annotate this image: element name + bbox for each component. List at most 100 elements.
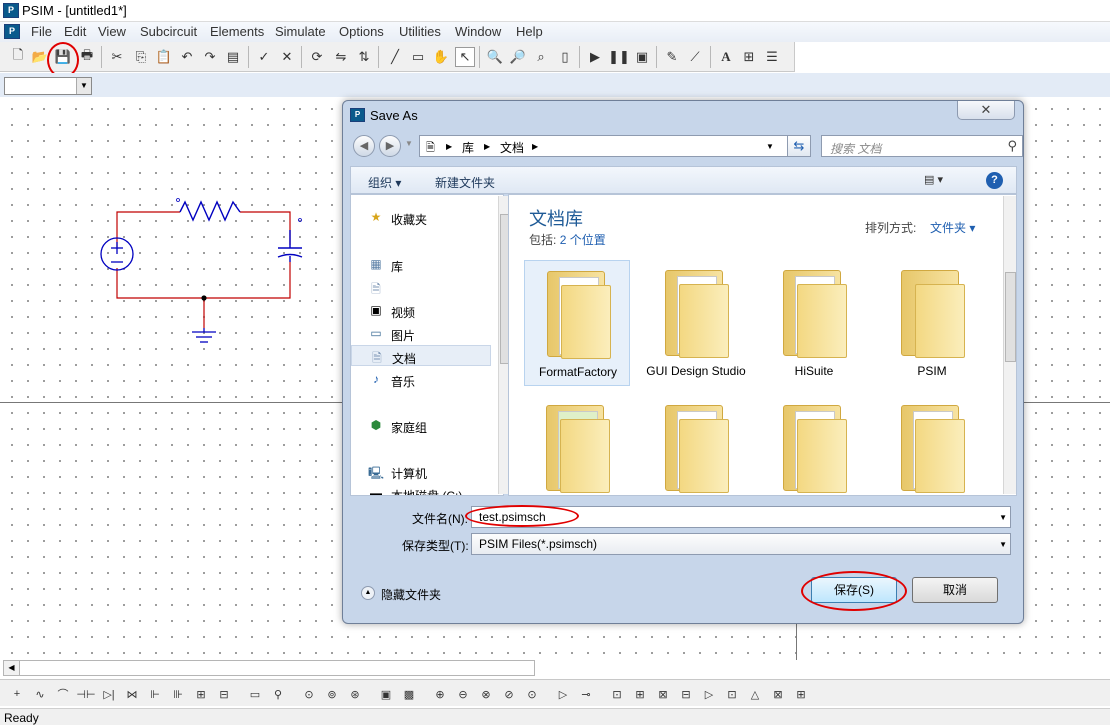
probe-icon[interactable]: ⟋ [685,47,705,67]
redo-icon[interactable]: ↷ [200,47,220,67]
logic-block-icon[interactable]: ⊡ [607,685,627,703]
ac-source-icon[interactable]: ⊚ [322,685,342,703]
edit-icon[interactable]: ✎ [662,47,682,67]
folder-item[interactable] [643,395,749,493]
breadcrumb-library[interactable]: 库 [462,139,474,156]
close-button[interactable]: ✕ [957,101,1015,120]
menu-simulate[interactable]: Simulate [275,24,326,39]
nav-item-favorites[interactable]: ★ 收藏夹 [351,207,491,228]
menu-subcircuit[interactable]: Subcircuit [140,24,197,39]
logic-block-icon[interactable]: ⊞ [791,685,811,703]
nav-item-local-disk[interactable]: ▬本地磁盘 (C:) [351,483,491,495]
history-dropdown-icon[interactable]: ▼ [405,139,413,148]
arrange-dropdown[interactable]: 文件夹 ▾ [930,219,975,236]
logic-block-icon[interactable]: ⊞ [630,685,650,703]
canvas-horizontal-scrollbar[interactable]: ◀ [3,660,535,676]
menu-options[interactable]: Options [339,24,384,39]
mosfet-element-icon[interactable]: ⊞ [191,685,211,703]
back-button[interactable]: ◀ [353,135,375,157]
cancel-button[interactable]: 取消 [912,577,998,603]
zoom-fit-icon[interactable]: ⌕ [531,47,551,67]
logic-block-icon[interactable]: ▷ [699,685,719,703]
logic-block-icon[interactable]: ⊠ [653,685,673,703]
resistor-element-icon[interactable]: ∿ [30,685,50,703]
refresh-icon[interactable]: ⇆ [787,135,811,157]
comparator-icon[interactable]: ▷ [553,685,573,703]
menu-view[interactable]: View [98,24,126,39]
transistor-element-icon[interactable]: ⊪ [168,685,188,703]
menu-elements[interactable]: Elements [210,24,264,39]
zoom-out-icon[interactable]: 🔎 [508,47,528,67]
wire-icon[interactable]: ╱ [385,47,405,67]
select-icon[interactable]: ↖ [455,47,475,67]
search-input[interactable]: 搜索 文档 ⚲ [821,135,1023,157]
menu-edit[interactable]: Edit [64,24,86,39]
folder-item[interactable]: FormatFactory [524,260,630,386]
sensor-icon[interactable]: ⊖ [453,685,473,703]
folder-item[interactable] [761,395,867,493]
help-icon[interactable]: ? [986,172,1003,189]
pause-icon[interactable]: ❚❚ [608,47,630,67]
cancel-icon[interactable]: ✕ [277,47,297,67]
chevron-down-icon[interactable]: ▼ [766,142,774,151]
chevron-down-icon[interactable]: ▼ [999,513,1007,522]
folder-item[interactable] [879,395,985,493]
logic-block-icon[interactable]: ⊠ [768,685,788,703]
check-icon[interactable]: ✓ [254,47,274,67]
sensor-icon[interactable]: ⊙ [522,685,542,703]
switch-element-icon[interactable]: ▭ [245,685,265,703]
folder-item[interactable] [524,395,630,493]
thyristor-element-icon[interactable]: ⊩ [145,685,165,703]
text-icon[interactable]: A [716,47,736,67]
nav-item-computer[interactable]: 🖳 计算机 [351,461,491,482]
view-options-icon[interactable]: ▤ ▾ [924,173,960,189]
new-folder-button[interactable]: 新建文件夹 [435,174,495,191]
label-icon[interactable]: ▭ [408,47,428,67]
address-bar[interactable]: 🗎 ▶ 库 ▶ 文档 ▶ ▼ [419,135,809,157]
menu-file[interactable]: File [31,24,52,39]
scroll-left-icon[interactable]: ◀ [4,661,20,675]
menu-utilities[interactable]: Utilities [399,24,441,39]
breadcrumb-documents[interactable]: 文档 [500,139,524,156]
copy-icon[interactable]: ⎘ [131,47,151,67]
includes-locations-link[interactable]: 2 个位置 [560,233,606,247]
element-icon[interactable]: ⊞ [739,47,759,67]
folder-item[interactable]: PSIM [879,260,985,386]
menu-window[interactable]: Window [455,24,501,39]
nav-item-documents[interactable]: 🗎 文档 [351,345,491,366]
organize-button[interactable]: 组织 ▾ [368,174,401,191]
nav-item-homegroup[interactable]: ⬢ 家庭组 [351,415,491,436]
zoom-in-icon[interactable]: 🔍 [485,47,505,67]
document-menu-icon[interactable]: P [4,24,20,39]
sensor-icon[interactable]: ⊗ [476,685,496,703]
capacitor-element-icon[interactable]: ⊣⊢ [76,685,96,703]
logic-block-icon[interactable]: △ [745,685,765,703]
forward-button[interactable]: ▶ [379,135,401,157]
current-source-icon[interactable]: ⊛ [345,685,365,703]
sensor-icon[interactable]: ⊘ [499,685,519,703]
chevron-down-icon[interactable]: ▼ [999,540,1007,549]
probe-element-icon[interactable]: ⊸ [576,685,596,703]
folder-item[interactable]: HiSuite [761,260,867,386]
meter-voltage-icon[interactable]: ▣ [376,685,396,703]
igbt-element-icon[interactable]: ⊟ [214,685,234,703]
run-icon[interactable]: ▶ [585,47,605,67]
meter-current-icon[interactable]: ▩ [399,685,419,703]
sensor-icon[interactable]: ⊕ [430,685,450,703]
file-list-scroll-thumb[interactable] [1005,272,1016,362]
flip-icon[interactable]: ⇋ [331,47,351,67]
transformer-element-icon[interactable]: ⚲ [268,685,288,703]
new-icon[interactable]: 🗋 [8,47,28,67]
pan-icon[interactable]: ✋ [431,47,451,67]
dc-source-icon[interactable]: ⊙ [299,685,319,703]
nav-item-music[interactable]: ♪ 音乐 [351,369,491,390]
chevron-down-icon[interactable]: ▼ [76,78,91,94]
circuit-schematic[interactable] [90,190,320,350]
file-list-scrollbar[interactable] [1003,196,1016,494]
nav-item-pictures[interactable]: ▭ 图片 [351,323,491,344]
netlist-icon[interactable]: ☰ [762,47,782,67]
logic-block-icon[interactable]: ⊡ [722,685,742,703]
inductor-element-icon[interactable]: ⌒ [53,685,73,703]
print-icon[interactable]: 🖶 [77,47,97,67]
paste-icon[interactable]: 📋 [154,47,174,67]
